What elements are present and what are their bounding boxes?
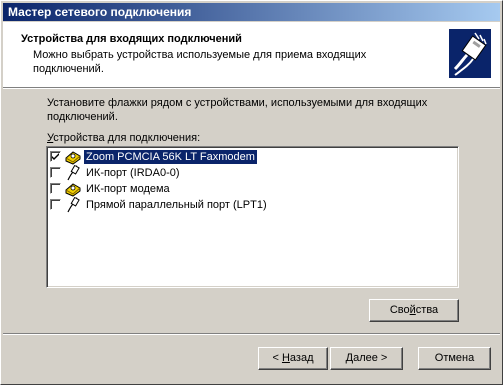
device-checkbox[interactable]: [50, 167, 61, 178]
device-label: Zoom PCMCIA 56K LT Faxmodem: [84, 150, 257, 164]
header-subtitle: Можно выбрать устройства используемые дл…: [33, 49, 367, 75]
port-cable-icon: [67, 197, 80, 213]
window-title: Мастер сетевого подключения: [8, 5, 192, 19]
wizard-window: Мастер сетевого подключения Устройства д…: [0, 0, 503, 385]
devices-label-text: стройства для подключения:: [53, 132, 201, 144]
device-item-zoom-modem[interactable]: Zoom PCMCIA 56K LT Faxmodem: [49, 149, 456, 165]
properties-label-a: Сво: [389, 304, 410, 316]
modem-icon: [65, 151, 81, 165]
device-item-ir-modem[interactable]: ИК-порт модема: [49, 181, 456, 197]
header-title: Устройства для входящих подключений: [21, 33, 242, 45]
devices-list-label: Устройства для подключения:: [47, 132, 200, 144]
check-mark-icon: [52, 153, 59, 160]
modem-icon: [65, 183, 81, 197]
title-bar[interactable]: Мастер сетевого подключения: [3, 3, 500, 21]
properties-button[interactable]: Свойства: [369, 299, 459, 322]
device-checkbox[interactable]: [50, 151, 61, 162]
device-item-irda[interactable]: ИК-порт (IRDA0-0): [49, 165, 456, 181]
back-label-accel: Н: [281, 352, 290, 364]
back-label-prefix: <: [272, 352, 282, 364]
network-cable-icon: [449, 29, 491, 78]
device-checkbox[interactable]: [50, 183, 61, 194]
device-item-lpt1[interactable]: Прямой параллельный порт (LPT1): [49, 197, 456, 213]
device-checkbox[interactable]: [50, 199, 61, 210]
properties-label-b: ства: [415, 304, 439, 316]
cancel-button[interactable]: Отмена: [418, 347, 491, 370]
wizard-header: Устройства для входящих подключений Можн…: [3, 22, 500, 87]
header-divider: [3, 87, 500, 89]
footer-divider: [3, 333, 500, 335]
device-label: Прямой параллельный порт (LPT1): [86, 199, 267, 211]
back-label-rest: азад: [289, 352, 314, 364]
device-label: ИК-порт (IRDA0-0): [86, 167, 180, 179]
device-label: ИК-порт модема: [86, 183, 170, 195]
back-button[interactable]: < Назад: [258, 347, 328, 370]
next-button[interactable]: Далее >: [330, 347, 403, 370]
port-cable-icon: [67, 165, 80, 181]
devices-listbox[interactable]: Zoom PCMCIA 56K LT Faxmodem ИК-порт (IRD…: [46, 146, 459, 288]
instruction-text: Установите флажки рядом с устройствами, …: [47, 97, 428, 123]
